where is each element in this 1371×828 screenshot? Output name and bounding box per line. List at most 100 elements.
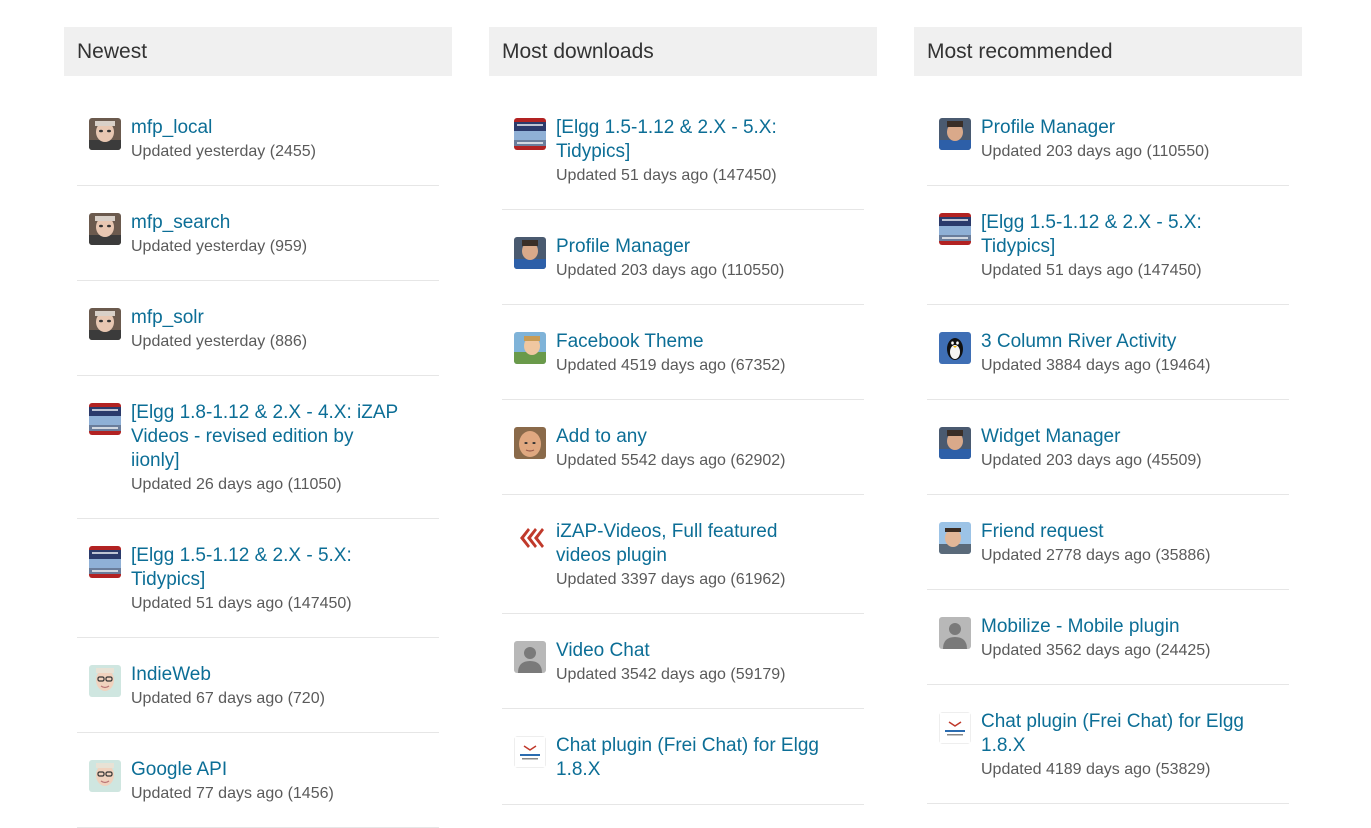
plugin-info: Chat plugin (Frei Chat) for Elgg 1.8.X Up… (981, 710, 1277, 781)
plugin-meta: Updated 203 days ago (110550) (556, 262, 785, 279)
plugin-info: [Elgg 1.8-1.12 & 2.X - 4.X: iZAP Videos … (131, 401, 427, 496)
avatar-blue-shirt-icon[interactable] (514, 237, 546, 269)
plugin-list-item: Facebook Theme Updated 4519 days ago (673… (502, 305, 864, 400)
plugin-list-item: Chat plugin (Frei Chat) for Elgg 1.8.X (502, 709, 864, 805)
avatar-glasses-icon[interactable] (89, 665, 121, 697)
avatar-blue-shirt-icon[interactable] (939, 427, 971, 459)
plugin-list-item: mfp_solr Updated yesterday (886) (77, 281, 439, 376)
plugin-list: mfp_local Updated yesterday (2455) mfp_sea… (64, 76, 452, 828)
plugin-meta: Updated 77 days ago (1456) (131, 785, 334, 802)
plugin-list-item: IndieWeb Updated 67 days ago (720) (77, 638, 439, 733)
plugin-meta: Updated 3542 days ago (59179) (556, 666, 786, 683)
avatar-man-icon[interactable] (89, 118, 121, 150)
plugin-list-item: [Elgg 1.8-1.12 & 2.X - 4.X: iZAP Videos … (77, 376, 439, 519)
plugin-meta: Updated 51 days ago (147450) (131, 595, 352, 612)
plugin-title-link[interactable]: Widget Manager (981, 425, 1277, 449)
plugin-title-link[interactable]: Add to any (556, 425, 852, 449)
plugin-meta: Updated 4519 days ago (67352) (556, 357, 786, 374)
freichat-logo-icon[interactable] (939, 712, 971, 744)
plugin-info: iZAP-Videos, Full featured videos plugin… (556, 520, 852, 591)
plugin-info: Facebook Theme Updated 4519 days ago (673… (556, 330, 852, 377)
plugin-title-link[interactable]: [Elgg 1.5-1.12 & 2.X - 5.X: Tidypics] (981, 211, 1277, 259)
plugin-meta: Updated yesterday (886) (131, 333, 308, 350)
plugin-info: Profile Manager Updated 203 days ago (110… (556, 235, 852, 282)
avatar-blue-shirt-icon[interactable] (939, 118, 971, 150)
plugin-list-item: 3 Column River Activity Updated 3884 days… (927, 305, 1289, 400)
plugin-info: 3 Column River Activity Updated 3884 days… (981, 330, 1277, 377)
column-heading: Newest (64, 27, 452, 76)
plugin-list-item: Video Chat Updated 3542 days ago (59179) (502, 614, 864, 709)
default-user-icon[interactable] (939, 617, 971, 649)
plugin-meta: Updated 4189 days ago (53829) (981, 761, 1211, 778)
plugin-title-link[interactable]: Chat plugin (Frei Chat) for Elgg 1.8.X (556, 734, 852, 782)
avatar-man-icon[interactable] (89, 308, 121, 340)
banner-avatar-icon[interactable] (89, 403, 121, 435)
plugin-title-link[interactable]: Chat plugin (Frei Chat) for Elgg 1.8.X (981, 710, 1277, 758)
plugin-info: mfp_local Updated yesterday (2455) (131, 116, 427, 163)
plugin-list: Profile Manager Updated 203 days ago (110… (914, 76, 1302, 804)
plugin-list-item: Google API Updated 77 days ago (1456) (77, 733, 439, 828)
plugin-info: [Elgg 1.5-1.12 & 2.X - 5.X: Tidypics] Upd… (131, 544, 427, 615)
avatar-outdoor-icon[interactable] (514, 332, 546, 364)
freichat-logo-icon[interactable] (514, 736, 546, 768)
plugin-meta: Updated 67 days ago (720) (131, 690, 325, 707)
avatar-bald-icon[interactable] (514, 427, 546, 459)
banner-avatar-icon[interactable] (514, 118, 546, 150)
plugin-title-link[interactable]: Facebook Theme (556, 330, 852, 354)
plugin-info: [Elgg 1.5-1.12 & 2.X - 5.X: Tidypics] Upd… (981, 211, 1277, 282)
plugin-meta: Updated 203 days ago (45509) (981, 452, 1202, 469)
plugin-info: Profile Manager Updated 203 days ago (110… (981, 116, 1277, 163)
plugin-list-item: Widget Manager Updated 203 days ago (4550… (927, 400, 1289, 495)
plugin-meta: Updated 26 days ago (11050) (131, 476, 342, 493)
avatar-man-icon[interactable] (89, 213, 121, 245)
plugin-title-link[interactable]: Google API (131, 758, 427, 782)
plugin-title-link[interactable]: 3 Column River Activity (981, 330, 1277, 354)
plugin-title-link[interactable]: mfp_solr (131, 306, 427, 330)
plugin-meta: Updated 3397 days ago (61962) (556, 571, 786, 588)
plugin-list-item: [Elgg 1.5-1.12 & 2.X - 5.X: Tidypics] Upd… (927, 186, 1289, 305)
plugin-list-item: mfp_search Updated yesterday (959) (77, 186, 439, 281)
column-heading: Most recommended (914, 27, 1302, 76)
plugin-list-item: Profile Manager Updated 203 days ago (110… (502, 210, 864, 305)
plugin-list-item: [Elgg 1.5-1.12 & 2.X - 5.X: Tidypics] Upd… (502, 76, 864, 210)
plugin-title-link[interactable]: [Elgg 1.5-1.12 & 2.X - 5.X: Tidypics] (131, 544, 427, 592)
plugin-title-link[interactable]: iZAP-Videos, Full featured videos plugin (556, 520, 852, 568)
avatar-glasses-icon[interactable] (89, 760, 121, 792)
plugin-info: Google API Updated 77 days ago (1456) (131, 758, 427, 805)
plugin-title-link[interactable]: Profile Manager (556, 235, 852, 259)
banner-avatar-icon[interactable] (89, 546, 121, 578)
plugin-meta: Updated yesterday (959) (131, 238, 308, 255)
plugin-list: [Elgg 1.5-1.12 & 2.X - 5.X: Tidypics] Upd… (489, 76, 877, 805)
plugin-list-item: [Elgg 1.5-1.12 & 2.X - 5.X: Tidypics] Upd… (77, 519, 439, 638)
plugin-title-link[interactable]: Video Chat (556, 639, 852, 663)
plugin-meta: Updated 51 days ago (147450) (981, 262, 1202, 279)
plugin-list-item: Add to any Updated 5542 days ago (62902) (502, 400, 864, 495)
plugin-meta: Updated 3562 days ago (24425) (981, 642, 1211, 659)
plugin-info: mfp_solr Updated yesterday (886) (131, 306, 427, 353)
plugin-info: [Elgg 1.5-1.12 & 2.X - 5.X: Tidypics] Upd… (556, 116, 852, 187)
plugin-meta: Updated 3884 days ago (19464) (981, 357, 1211, 374)
plugin-title-link[interactable]: IndieWeb (131, 663, 427, 687)
most-downloads-column: Most downloads [Elgg 1.5-1.12 & 2.X - 5.… (489, 27, 877, 805)
plugin-title-link[interactable]: mfp_local (131, 116, 427, 140)
plugin-title-link[interactable]: Profile Manager (981, 116, 1277, 140)
izap-logo-icon[interactable] (514, 522, 546, 554)
plugin-list-item: Mobilize - Mobile plugin Updated 3562 day… (927, 590, 1289, 685)
plugin-meta: Updated 51 days ago (147450) (556, 167, 777, 184)
plugin-info: Mobilize - Mobile plugin Updated 3562 day… (981, 615, 1277, 662)
avatar-sky-icon[interactable] (939, 522, 971, 554)
plugin-info: IndieWeb Updated 67 days ago (720) (131, 663, 427, 710)
plugin-info: Widget Manager Updated 203 days ago (4550… (981, 425, 1277, 472)
default-user-icon[interactable] (514, 641, 546, 673)
plugin-title-link[interactable]: [Elgg 1.5-1.12 & 2.X - 5.X: Tidypics] (556, 116, 852, 164)
plugin-meta: Updated yesterday (2455) (131, 143, 316, 160)
plugin-title-link[interactable]: [Elgg 1.8-1.12 & 2.X - 4.X: iZAP Videos … (131, 401, 427, 473)
tux-penguin-icon[interactable] (939, 332, 971, 364)
plugin-list-item: Profile Manager Updated 203 days ago (110… (927, 76, 1289, 186)
plugin-title-link[interactable]: Friend request (981, 520, 1277, 544)
plugin-title-link[interactable]: mfp_search (131, 211, 427, 235)
plugin-info: Add to any Updated 5542 days ago (62902) (556, 425, 852, 472)
plugin-meta: Updated 203 days ago (110550) (981, 143, 1210, 160)
plugin-title-link[interactable]: Mobilize - Mobile plugin (981, 615, 1277, 639)
banner-avatar-icon[interactable] (939, 213, 971, 245)
